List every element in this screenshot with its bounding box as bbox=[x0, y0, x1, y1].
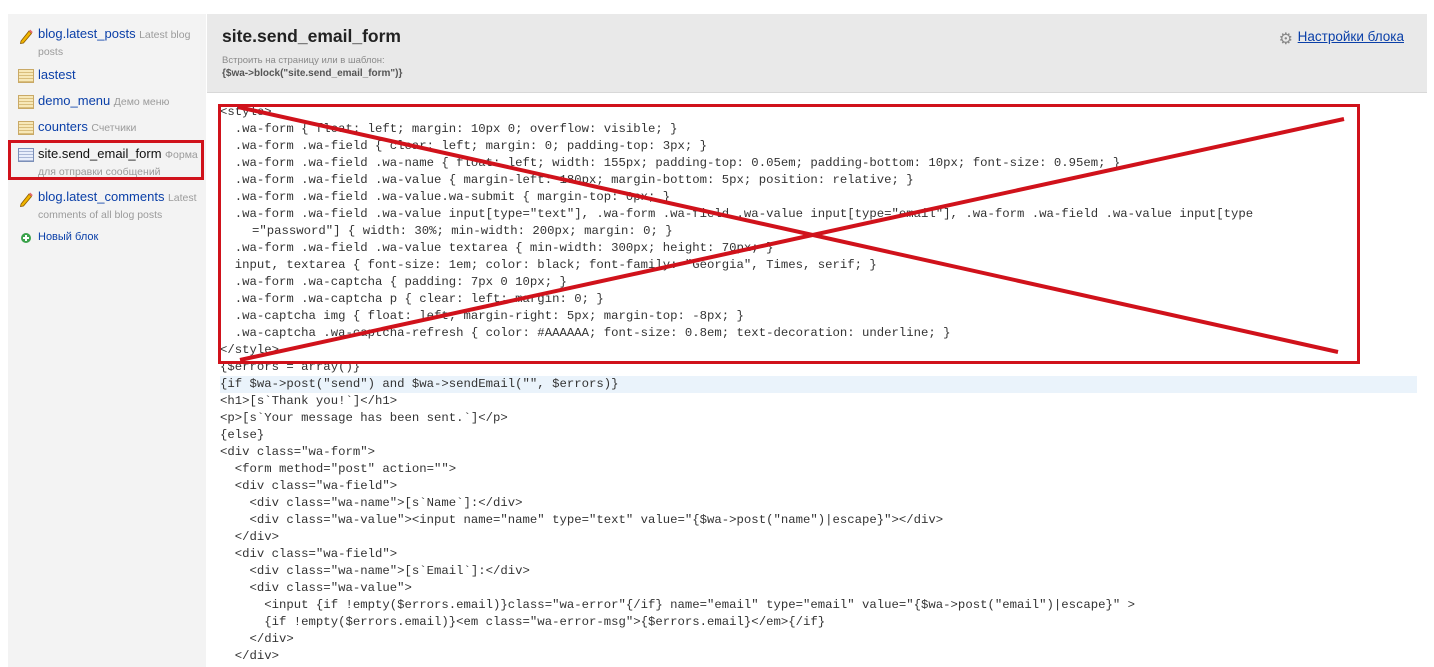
page-title: site.send_email_form bbox=[222, 26, 401, 46]
code-line: {if $wa->post("send") and $wa->sendEmail… bbox=[220, 376, 1417, 393]
code-line: <div class="wa-name">[s`Name`]:</div> bbox=[220, 496, 523, 510]
annotation-cross bbox=[218, 104, 1360, 364]
embed-hint: Встроить на страницу или в шаблон: bbox=[222, 55, 385, 66]
sidebar-item-label[interactable]: demo_menu bbox=[38, 93, 110, 108]
sidebar-item-label[interactable]: counters bbox=[38, 119, 88, 134]
code-line: <input {if !empty($errors.email)}class="… bbox=[220, 598, 1136, 612]
sidebar-item-label[interactable]: lastest bbox=[38, 67, 76, 82]
block-settings-link[interactable]: ⚙ Настройки блока bbox=[1279, 29, 1404, 48]
code-line: </div> bbox=[220, 530, 280, 544]
page-icon bbox=[18, 95, 34, 109]
code-line: </div> bbox=[220, 632, 294, 646]
code-line: <div class="wa-form"> bbox=[220, 445, 375, 459]
block-list-sidebar: blog.latest_posts Latest blog posts last… bbox=[8, 14, 206, 667]
code-line: {else} bbox=[220, 428, 265, 442]
embed-code: {$wa->block("site.send_email_form")} bbox=[222, 68, 403, 79]
code-line: <div class="wa-value"><input name="name"… bbox=[220, 513, 944, 527]
code-line: <div class="wa-value"> bbox=[220, 581, 412, 595]
block-header: site.send_email_form Встроить на страниц… bbox=[207, 14, 1427, 93]
code-line: <div class="wa-field"> bbox=[220, 547, 398, 561]
code-line: <div class="wa-name">[s`Email`]:</div> bbox=[220, 564, 530, 578]
sidebar-item-desc: Демо меню bbox=[113, 96, 170, 108]
add-icon bbox=[21, 233, 31, 243]
sidebar-item-label[interactable]: blog.latest_comments bbox=[38, 189, 164, 204]
pencil-icon bbox=[18, 191, 34, 207]
pencil-icon bbox=[18, 28, 34, 44]
new-block-label: Новый блок bbox=[38, 231, 99, 243]
sidebar-item-label[interactable]: blog.latest_posts bbox=[38, 26, 136, 41]
code-line: <div class="wa-field"> bbox=[220, 479, 398, 493]
block-settings-label[interactable]: Настройки блока bbox=[1298, 29, 1404, 44]
code-line: <form method="post" action=""> bbox=[220, 462, 457, 476]
gear-icon: ⚙ bbox=[1278, 31, 1294, 48]
page-icon bbox=[18, 121, 34, 135]
page-icon bbox=[18, 69, 34, 83]
code-line: <p>[s`Your message has been sent.`]</p> bbox=[220, 411, 508, 425]
code-line: {if !empty($errors.email)}<em class="wa-… bbox=[220, 615, 826, 629]
code-line: <h1>[s`Thank you!`]</h1> bbox=[220, 394, 398, 408]
selection-highlight-box bbox=[8, 140, 204, 180]
code-line: </div> bbox=[220, 649, 280, 663]
sidebar-item-desc: Счетчики bbox=[91, 122, 137, 134]
